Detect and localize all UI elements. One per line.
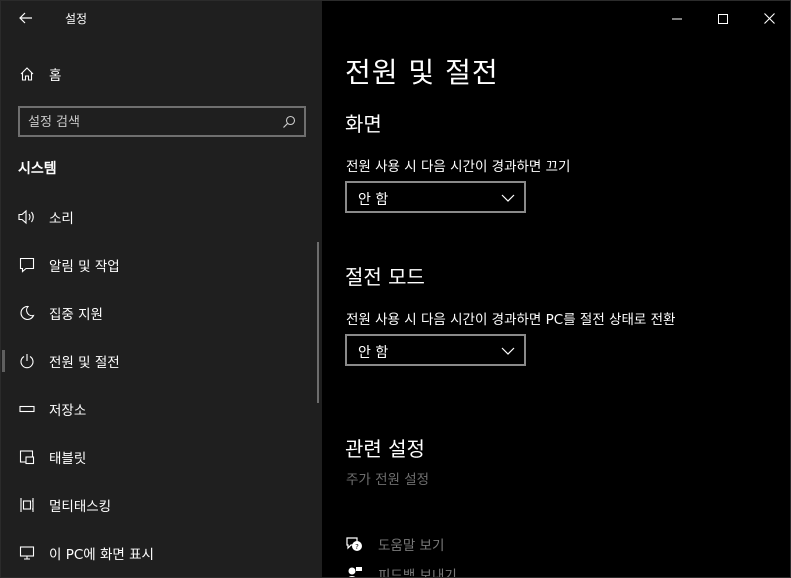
settings-window: 설정 홈 시스템 소리 알림 및 작업	[0, 0, 791, 578]
maximize-button[interactable]	[700, 1, 746, 35]
tablet-icon	[17, 447, 37, 467]
svg-text:?: ?	[355, 543, 359, 551]
sidebar-item-tablet[interactable]: 태블릿	[1, 437, 317, 477]
search-icon[interactable]	[280, 113, 298, 131]
get-help-link[interactable]: ? 도움말 보기	[344, 532, 444, 556]
additional-power-settings-link[interactable]: 주가 전원 설정	[346, 468, 429, 488]
notification-icon	[17, 255, 37, 275]
sidebar-scrollbar[interactable]	[317, 242, 319, 403]
section-label-system: 시스템	[18, 161, 57, 177]
sidebar-item-project[interactable]: 이 PC에 화면 표시	[1, 533, 317, 573]
sidebar-item-label: 태블릿	[49, 451, 87, 467]
app-title: 설정	[65, 12, 88, 26]
screen-heading: 화면	[345, 112, 382, 136]
sidebar-item-label: 집중 지원	[49, 307, 103, 323]
send-feedback-link[interactable]: 피드백 보내기	[344, 562, 457, 577]
sleep-heading: 절전 모드	[345, 265, 425, 289]
close-button[interactable]	[746, 1, 790, 35]
screen-timeout-dropdown[interactable]: 안 함	[345, 181, 526, 213]
chevron-down-icon	[500, 190, 516, 204]
project-icon	[17, 543, 37, 563]
sidebar-item-notifications[interactable]: 알림 및 작업	[1, 245, 317, 285]
sleep-timeout-label: 전원 사용 시 다음 시간이 경과하면 PC를 절전 상태로 전환	[346, 312, 676, 328]
sidebar: 설정 홈 시스템 소리 알림 및 작업	[1, 1, 322, 577]
window-controls	[654, 1, 790, 35]
chevron-down-icon	[500, 343, 516, 357]
moon-icon	[17, 303, 37, 323]
sidebar-item-home[interactable]: 홈	[1, 54, 317, 94]
sidebar-item-storage[interactable]: 저장소	[1, 389, 317, 429]
related-settings-heading: 관련 설정	[345, 437, 425, 461]
home-icon	[17, 64, 37, 84]
sidebar-item-label: 소리	[49, 211, 74, 227]
titlebar-left: 설정	[1, 1, 322, 35]
minimize-button[interactable]	[654, 1, 700, 35]
search-box[interactable]	[18, 106, 306, 137]
multitasking-icon	[17, 495, 37, 515]
sidebar-item-label: 이 PC에 화면 표시	[49, 547, 154, 563]
feedback-icon	[344, 564, 364, 577]
sidebar-item-sound[interactable]: 소리	[1, 197, 317, 237]
main-content: 전원 및 절전 화면 전원 사용 시 다음 시간이 경과하면 끄기 안 함 절전…	[322, 1, 790, 577]
page-title: 전원 및 절전	[345, 56, 499, 89]
back-button[interactable]	[9, 4, 43, 32]
sidebar-item-power-sleep[interactable]: 전원 및 절전	[1, 341, 317, 381]
sidebar-item-label: 저장소	[49, 403, 87, 419]
sidebar-item-label: 멀티태스킹	[49, 499, 112, 515]
sidebar-item-multitasking[interactable]: 멀티태스킹	[1, 485, 317, 525]
sleep-timeout-dropdown[interactable]: 안 함	[345, 334, 526, 366]
sidebar-item-label: 알림 및 작업	[49, 259, 120, 275]
sidebar-item-label: 홈	[49, 68, 62, 84]
minimize-icon	[672, 9, 682, 28]
sidebar-item-focus-assist[interactable]: 집중 지원	[1, 293, 317, 333]
sidebar-item-label: 전원 및 절전	[49, 355, 120, 371]
dropdown-value: 안 함	[358, 192, 389, 208]
back-arrow-icon	[19, 9, 33, 28]
send-feedback-label: 피드백 보내기	[378, 568, 457, 578]
close-icon	[763, 9, 775, 28]
search-input[interactable]	[28, 112, 278, 132]
screen-timeout-label: 전원 사용 시 다음 시간이 경과하면 끄기	[346, 159, 571, 175]
maximize-icon	[718, 9, 728, 28]
dropdown-value: 안 함	[358, 345, 389, 361]
speaker-icon	[17, 207, 37, 227]
help-chat-icon: ?	[344, 534, 364, 554]
get-help-label: 도움말 보기	[378, 538, 445, 554]
storage-icon	[17, 399, 37, 419]
power-icon	[17, 351, 37, 371]
